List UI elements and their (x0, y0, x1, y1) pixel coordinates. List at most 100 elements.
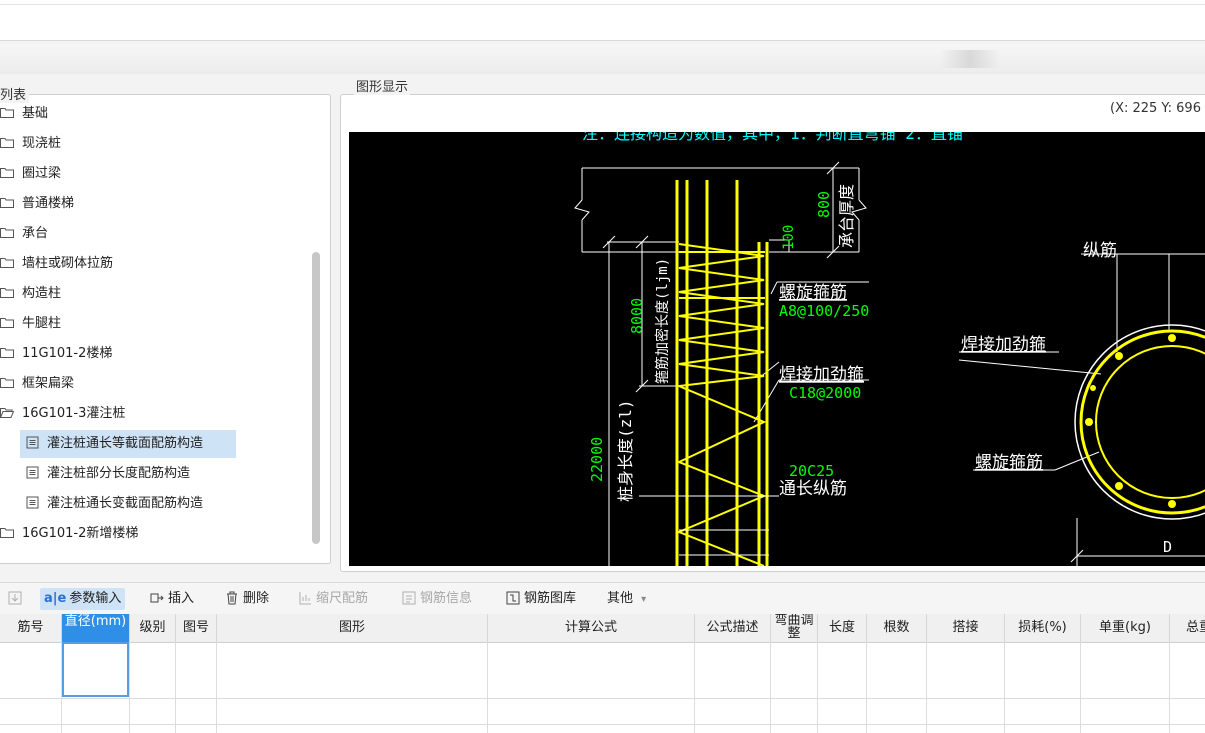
tree-item-label: 牛腿柱 (22, 316, 62, 331)
tree-item-label: 墙柱或砌体拉筋 (22, 256, 114, 271)
tree-item-label: 承台 (22, 226, 49, 241)
arrow-down-icon (8, 591, 22, 604)
folder-icon (0, 167, 14, 178)
section-spiral-label: 螺旋箍筋 (975, 453, 1043, 473)
insert-icon (150, 593, 164, 602)
rebar-info-button[interactable]: 钢筋信息 (402, 588, 472, 610)
tree-item-folder[interactable]: 圈过梁 (0, 160, 61, 188)
col-length[interactable]: 长度 (818, 614, 867, 642)
folder-icon (0, 527, 14, 538)
scale-rebar-icon (299, 591, 311, 604)
col-unit-weight[interactable]: 单重(kg) (1081, 614, 1170, 642)
rebar-info-icon (402, 591, 416, 604)
tree-item-folder[interactable]: 普通楼梯 (0, 190, 74, 218)
col-rebar-no[interactable]: 筋号 (0, 614, 62, 642)
scale-rebar-button[interactable]: 缩尺配筋 (298, 588, 368, 610)
long-rebar-label: 通长纵筋 (779, 479, 847, 499)
col-count[interactable]: 根数 (867, 614, 927, 642)
col-figure-no[interactable]: 图号 (176, 614, 217, 642)
spiral-label: 螺旋箍筋 (779, 283, 847, 303)
tree-scrollbar[interactable] (312, 252, 320, 544)
other-menu-button[interactable]: 其他 ▾ (607, 588, 646, 610)
tree-item-folder[interactable]: 基础 (0, 100, 48, 128)
tree-item-label: 11G101-2楼梯 (22, 346, 113, 361)
move-down-button[interactable] (8, 588, 26, 610)
folder-open-icon (0, 407, 14, 418)
tree-item-label: 圈过梁 (22, 166, 62, 181)
folder-icon (0, 257, 14, 268)
tree-item-folder[interactable]: 11G101-2楼梯 (0, 340, 112, 368)
tree-item-folder[interactable]: 框架扁梁 (0, 370, 74, 398)
long-rebar-value: 20C25 (789, 462, 834, 480)
delete-button[interactable]: 删除 (225, 588, 269, 610)
top-bar (0, 0, 1205, 41)
cursor-coordinates: (X: 225 Y: 696 (1110, 101, 1201, 116)
weld-label: 焊接加劲箍 (779, 365, 864, 385)
insert-button[interactable]: 插入 (150, 588, 194, 610)
section-weld-label: 焊接加劲箍 (961, 335, 1046, 355)
folder-icon (0, 227, 14, 238)
param-input-label: 参数输入 (69, 591, 122, 606)
chevron-down-icon: ▾ (641, 594, 647, 605)
dense-length-label: 箍筋加密长度(ljm) (654, 258, 671, 384)
tree-item-label: 框架扁梁 (22, 376, 75, 391)
tree-item-doc[interactable]: 灌注桩部分长度配筋构造 (0, 460, 190, 488)
col-lap[interactable]: 搭接 (927, 614, 1005, 642)
tree-item-label: 灌注桩通长变截面配筋构造 (47, 496, 204, 511)
folder-icon (0, 137, 14, 148)
dim-100: 100 (781, 225, 797, 250)
col-grade[interactable]: 级别 (130, 614, 176, 642)
graphic-display-panel: 图形显示 (X: 225 Y: 696 注：连接构造为数值，其中，1：判断直弯锚… (340, 76, 1205, 574)
delete-label: 删除 (243, 591, 270, 606)
col-loss[interactable]: 损耗(%) (1005, 614, 1081, 642)
col-shape[interactable]: 图形 (217, 614, 488, 642)
section-d-label: D (1163, 538, 1172, 556)
document-icon (26, 466, 39, 479)
ribbon-bar (0, 44, 1205, 74)
col-bend-adjust[interactable]: 弯曲调整 (771, 614, 818, 642)
drawing-note: 注：连接构造为数值，其中，1：判断直弯锚 2：直锚 (582, 132, 963, 143)
tree-item-folder[interactable]: 构造柱 (0, 280, 61, 308)
cap-thickness-label: 承台厚度 (837, 184, 856, 248)
document-icon (26, 496, 39, 509)
section-long-label: 纵筋 (1083, 241, 1117, 261)
rebar-library-icon (506, 591, 520, 604)
tree-item-label: 16G101-2新增楼梯 (22, 526, 139, 541)
tree-item-folder[interactable]: 墙柱或砌体拉筋 (0, 250, 113, 278)
folder-icon (0, 107, 14, 118)
folder-icon (0, 197, 14, 208)
cad-drawing-canvas[interactable]: 注：连接构造为数值，其中，1：判断直弯锚 2：直锚 800 承台厚度 100 8… (349, 132, 1205, 566)
rebar-library-button[interactable]: 钢筋图库 (506, 588, 576, 610)
col-formula[interactable]: 计算公式 (488, 614, 695, 642)
rebar-toolbar: a|e 参数输入 插入 删除 缩尺配筋 钢筋信息 钢筋图库 其他 ▾ (0, 582, 1205, 615)
dim-22000: 22000 (588, 437, 606, 482)
col-diameter[interactable]: 直径(mm) (62, 614, 130, 643)
pile-length-label: 桩身长度(zl) (616, 399, 635, 502)
tree-item-doc[interactable]: 灌注桩通长等截面配筋构造 (20, 430, 236, 458)
folder-icon (0, 287, 14, 298)
col-total-weight[interactable]: 总重 (1170, 614, 1205, 642)
param-input-button[interactable]: a|e 参数输入 (40, 588, 126, 610)
folder-icon (0, 377, 14, 388)
insert-label: 插入 (168, 591, 195, 606)
tree-item-label: 现浇桩 (22, 136, 62, 151)
tree-item-label: 灌注桩部分长度配筋构造 (47, 466, 191, 481)
tree-item-folder[interactable]: 16G101-2新增楼梯 (0, 520, 138, 548)
col-formula-desc[interactable]: 公式描述 (695, 614, 771, 642)
tree-item-folder[interactable]: 16G101-3灌注桩 (0, 400, 125, 428)
tree-item-label: 灌注桩通长等截面配筋构造 (47, 436, 204, 451)
tree-item-doc[interactable]: 灌注桩通长变截面配筋构造 (0, 490, 203, 518)
diameter-cell-selected[interactable] (62, 642, 129, 697)
rebar-library-label: 钢筋图库 (524, 591, 577, 606)
tree-item-folder[interactable]: 现浇桩 (0, 130, 61, 158)
folder-icon (0, 317, 14, 328)
rebar-info-label: 钢筋信息 (420, 591, 473, 606)
other-menu-label: 其他 (607, 591, 634, 606)
tree-item-folder[interactable]: 承台 (0, 220, 48, 248)
tree-item-label: 16G101-3灌注桩 (22, 406, 126, 421)
tree-item-folder[interactable]: 牛腿柱 (0, 310, 61, 338)
tree-item-label: 构造柱 (22, 286, 62, 301)
tree-item-label: 普通楼梯 (22, 196, 75, 211)
dim-8000: 8000 (628, 298, 646, 334)
pile-rebar-drawing[interactable]: 注：连接构造为数值，其中，1：判断直弯锚 2：直锚 800 承台厚度 100 8… (349, 132, 1205, 566)
